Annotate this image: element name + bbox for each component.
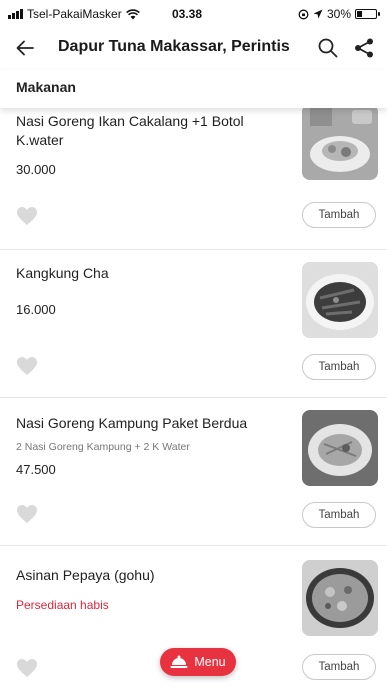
heart-icon[interactable] <box>16 658 38 678</box>
wifi-icon <box>125 8 140 19</box>
menu-button-label: Menu <box>194 655 226 669</box>
status-right-group: 30% <box>298 7 380 21</box>
item-photo <box>302 262 378 338</box>
add-button[interactable]: Tambah <box>302 202 376 228</box>
item-photo <box>302 560 378 636</box>
page-title: Dapur Tuna Makassar, Perintis <box>58 38 290 55</box>
item-name: Kangkung Cha <box>16 265 109 281</box>
battery-icon <box>355 9 380 19</box>
menu-button[interactable]: Menu <box>160 648 236 676</box>
add-button[interactable]: Tambah <box>302 354 376 380</box>
heart-icon[interactable] <box>16 504 38 524</box>
item-photo <box>302 410 378 486</box>
search-button[interactable] <box>316 36 340 60</box>
location-icon <box>313 9 323 19</box>
share-button[interactable] <box>352 36 376 60</box>
category-header: Makanan <box>0 70 387 108</box>
share-icon <box>355 38 373 58</box>
item-photo <box>302 108 378 180</box>
lock-rotation-icon <box>298 9 309 19</box>
cloche-icon <box>170 655 188 668</box>
item-name: Nasi Goreng Ikan Cakalang +1 Botol K.wat… <box>16 113 244 148</box>
item-name: Nasi Goreng Kampung Paket Berdua <box>16 415 248 431</box>
menu-item[interactable]: Nasi Goreng Ikan Cakalang +1 Botol K.wat… <box>0 108 387 250</box>
item-description: 2 Nasi Goreng Kampung + 2 K Water <box>16 441 190 453</box>
carrier-group: Tsel-PakaiMasker <box>8 7 140 21</box>
back-button[interactable] <box>14 34 42 62</box>
sold-out-label: Persediaan habis <box>16 598 109 612</box>
heart-icon[interactable] <box>16 206 38 226</box>
item-price: 47.500 <box>16 462 56 477</box>
heart-icon[interactable] <box>16 356 38 376</box>
item-price: 16.000 <box>16 302 56 317</box>
search-icon <box>318 38 338 58</box>
arrow-left-icon <box>16 40 34 56</box>
menu-item[interactable]: Nasi Goreng Kampung Paket Berdua 2 Nasi … <box>0 398 387 546</box>
clock: 03.38 <box>172 7 203 21</box>
item-name: Asinan Pepaya (gohu) <box>16 567 155 583</box>
menu-item[interactable]: Kangkung Cha 16.000 Tambah <box>0 250 387 398</box>
battery-percent: 30% <box>326 7 351 21</box>
signal-icon <box>8 9 23 19</box>
top-app-bar: Dapur Tuna Makassar, Perintis <box>0 26 387 70</box>
item-price: 30.000 <box>16 162 56 177</box>
add-button[interactable]: Tambah <box>302 502 376 528</box>
menu-item-list[interactable]: Nasi Goreng Ikan Cakalang +1 Botol K.wat… <box>0 108 387 693</box>
category-title: Makanan <box>16 79 76 95</box>
add-button[interactable]: Tambah <box>302 654 376 680</box>
carrier-name: Tsel-PakaiMasker <box>27 7 122 21</box>
status-bar: Tsel-PakaiMasker 03.38 30% <box>0 0 387 26</box>
